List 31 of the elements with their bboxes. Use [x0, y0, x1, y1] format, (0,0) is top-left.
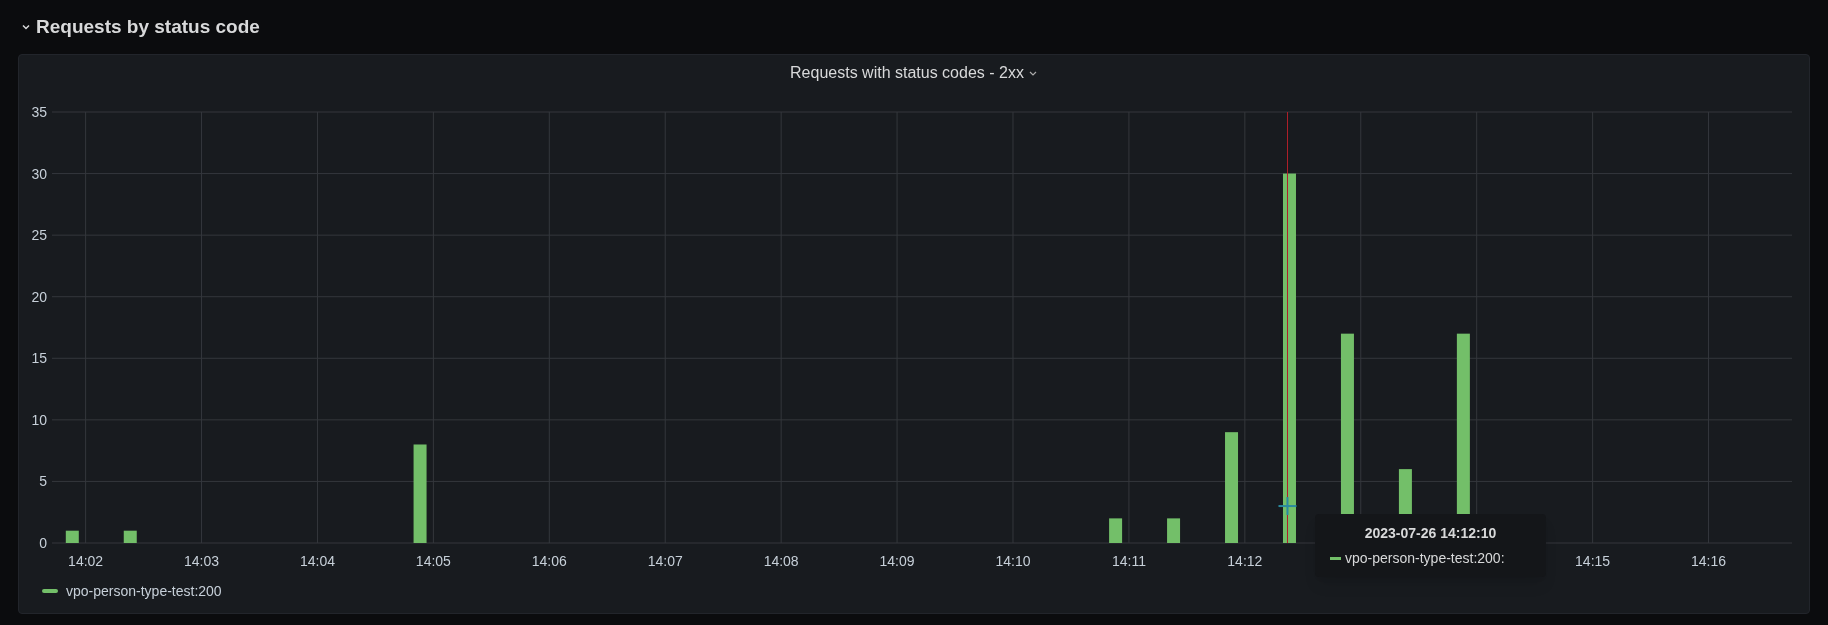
x-axis-label: 14:08	[763, 553, 799, 569]
x-axis-label: 14:03	[184, 553, 220, 569]
row-title[interactable]: Requests by status code	[36, 12, 260, 42]
bar	[123, 530, 137, 543]
y-axis-label: 30	[31, 165, 47, 182]
bar	[65, 530, 79, 543]
y-axis-label: 25	[31, 227, 47, 244]
x-axis-label: 14:02	[68, 553, 104, 569]
tooltip-time: 2023-07-26 14:12:10	[1364, 523, 1497, 543]
legend-label[interactable]: vpo-person-type-test:200	[66, 580, 222, 602]
bar	[1167, 518, 1181, 543]
x-axis-label: 14:07	[647, 553, 683, 569]
tooltip-series-label: vpo-person-type-test:200:	[1345, 548, 1505, 568]
x-axis-label: 14:11	[1111, 553, 1146, 569]
x-axis-label: 14:12	[1227, 553, 1263, 569]
bar	[1109, 518, 1123, 543]
x-axis-label: 14:04	[299, 553, 335, 569]
y-axis-label: 20	[31, 288, 47, 305]
y-axis-label: 0	[39, 535, 47, 551]
crosshair-icon	[1277, 496, 1298, 517]
y-axis-label: 5	[39, 473, 47, 490]
x-axis-label: 14:15	[1575, 553, 1611, 569]
x-axis-label: 14:05	[415, 553, 451, 569]
y-axis-label: 15	[31, 350, 47, 367]
x-axis-label: 14:10	[995, 553, 1031, 569]
y-axis-label: 10	[31, 411, 47, 428]
x-axis-label: 14:09	[879, 553, 915, 569]
y-axis-label: 35	[31, 104, 47, 120]
panel-title[interactable]: Requests with status codes - 2xx	[790, 61, 1024, 85]
x-axis-label: 14:16	[1691, 553, 1727, 569]
x-axis-label: 14:06	[531, 553, 567, 569]
